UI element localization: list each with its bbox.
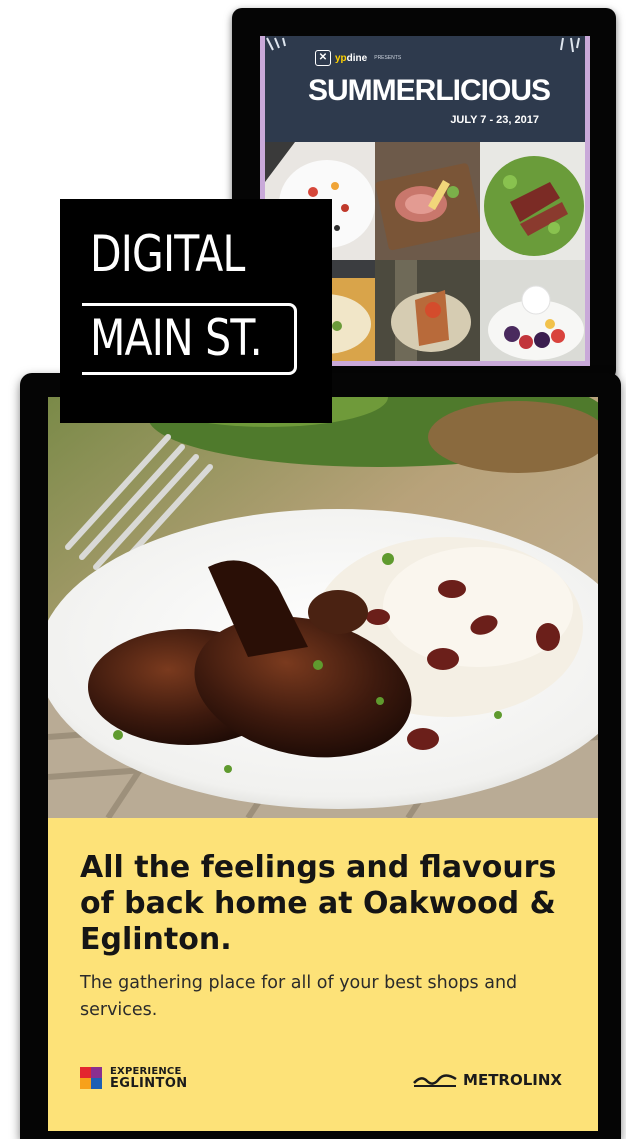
jerk-chicken-photo <box>48 397 598 818</box>
food-tile <box>480 260 585 361</box>
summerlicious-header: ✕ ypdine PRESENTS SUMMERLICIOUS JULY 7 -… <box>265 36 585 142</box>
metrolinx-label: METROLINX <box>463 1071 562 1089</box>
experience-eglinton-logo-icon <box>80 1067 102 1089</box>
brand-prefix: yp <box>335 52 347 64</box>
metrolinx-logo: METROLINX <box>413 1071 562 1089</box>
decor-left-icon <box>266 37 286 51</box>
yp-dine-logo: ✕ ypdine PRESENTS <box>315 50 401 66</box>
logo-line-digital: DIGITAL <box>90 225 245 283</box>
metrolinx-logo-icon <box>413 1074 457 1087</box>
logo-line-main-st: MAIN ST. <box>90 309 263 367</box>
food-tile <box>375 142 480 260</box>
summerlicious-title: SUMMERLICIOUS <box>308 74 551 107</box>
poster-text-panel: All the feelings and flavours of back ho… <box>48 818 598 1131</box>
eglinton-label: EGLINTON <box>110 1076 188 1091</box>
digital-main-st-logo: DIGITAL MAIN ST. <box>60 199 332 423</box>
decor-right-icon <box>560 37 580 53</box>
food-tile <box>375 260 480 361</box>
food-tile <box>480 142 585 260</box>
brand-suffix: dine <box>346 52 368 64</box>
poster-headline: All the feelings and flavours of back ho… <box>80 850 557 957</box>
experience-eglinton-logo: EXPERIENCE EGLINTON <box>80 1066 188 1090</box>
brand-tag: PRESENTS <box>374 55 402 61</box>
summerlicious-dates: JULY 7 - 23, 2017 <box>450 114 539 126</box>
poster-subline: The gathering place for all of your best… <box>80 973 518 1020</box>
yp-dine-logo-icon: ✕ <box>315 50 331 66</box>
